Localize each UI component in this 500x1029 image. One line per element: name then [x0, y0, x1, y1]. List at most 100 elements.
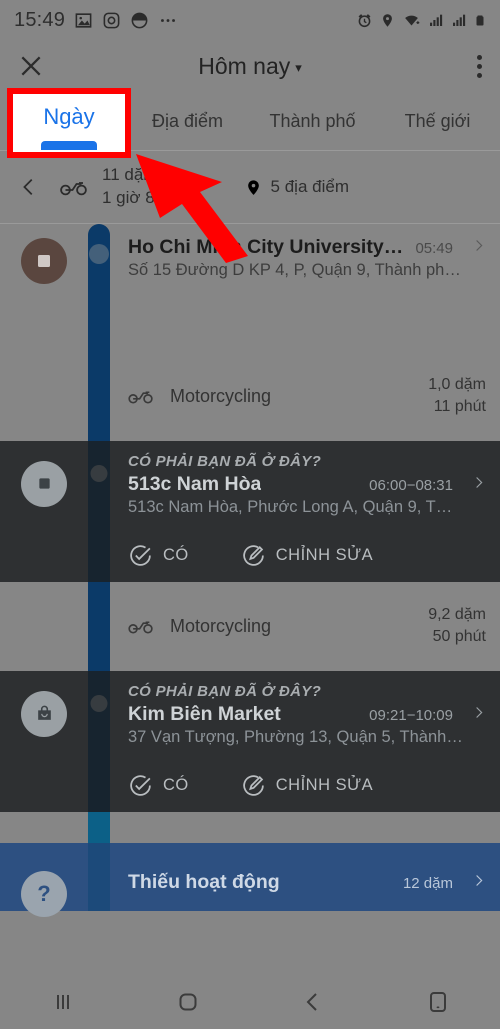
place-address: 513c Nam Hòa, Phước Long A, Quận 9, T… — [128, 497, 453, 516]
device-button[interactable] — [375, 990, 500, 1014]
place-badge — [21, 460, 67, 507]
back-icon — [306, 993, 317, 1011]
close-icon[interactable] — [18, 53, 44, 79]
place-badge: ? — [21, 870, 67, 917]
chevron-right-icon[interactable] — [471, 873, 486, 888]
place-time: 05:49 — [415, 240, 453, 257]
timeline-confirm-item[interactable]: CÓ PHẢI BẠN ĐÃ Ở ĐÂY? 513c Nam Hòa 06:00… — [0, 440, 500, 582]
tab-label: Địa điểm — [151, 110, 224, 131]
travel-content: Motorcycling 9,2 dặm 50 phút — [110, 582, 500, 671]
overflow-menu-button[interactable] — [477, 54, 482, 78]
travel-mode: Motorcycling — [170, 615, 272, 636]
location-icon — [383, 13, 392, 27]
recents-icon — [56, 995, 69, 1009]
annotation-tab-label: Ngày — [43, 104, 95, 129]
timeline-missing-item[interactable]: ? Thiếu hoạt động 12 dặm — [0, 842, 500, 917]
chevron-right-icon[interactable] — [471, 705, 486, 720]
travel-stats: 9,2 dặm 50 phút — [428, 604, 486, 649]
timeline-travel-item[interactable]: Motorcycling 9,2 dặm 50 phút — [0, 581, 500, 671]
timeline-confirm-item[interactable]: CÓ PHẢI BẠN ĐÃ Ở ĐÂY? Kim Biên Market 09… — [0, 670, 500, 812]
place-title-row: 513c Nam Hòa 06:00−08:31 — [128, 473, 486, 496]
timeline-rail — [88, 670, 110, 812]
place-title: 513c Nam Hòa — [128, 472, 262, 495]
annotation-highlight-box: Ngày — [7, 88, 131, 158]
timeline-gap — [0, 811, 500, 843]
tab-thanh-pho[interactable]: Thành phố — [250, 92, 375, 150]
travel-distance: 1,0 dặm — [428, 376, 486, 393]
more-icon — [161, 18, 176, 22]
confirm-yes-button[interactable]: CÓ — [128, 543, 189, 568]
tab-label: Thế giới — [404, 110, 471, 131]
kebab-dot — [477, 72, 482, 78]
alarm-icon — [358, 13, 371, 27]
status-bar-clock: 15:49 — [14, 8, 66, 31]
edit-button[interactable]: CHỈNH SỬA — [241, 773, 373, 798]
place-time: 06:00−08:31 — [369, 476, 453, 494]
previous-day-button[interactable] — [18, 176, 60, 198]
wifi-icon — [405, 15, 420, 25]
confirm-question: CÓ PHẢI BẠN ĐÃ Ở ĐÂY? — [128, 682, 322, 700]
chevron-right-icon[interactable] — [471, 238, 486, 253]
timeline-item-content: Thiếu hoạt động 12 dặm — [110, 843, 500, 911]
place-time: 09:21−10:09 — [369, 706, 453, 724]
place-badge — [21, 690, 67, 737]
confirm-actions: CÓ CHỈNH SỬA — [128, 773, 486, 798]
edit-label: CHỈNH SỬA — [275, 775, 374, 794]
rail-bar — [88, 842, 110, 911]
timeline-rail — [88, 440, 110, 582]
place-title: Thiếu hoạt động — [128, 870, 280, 893]
timeline-rail — [88, 811, 110, 843]
confirm-actions: CÓ CHỈNH SỬA — [128, 543, 486, 568]
signal-icon — [430, 14, 443, 26]
app-bar: Hôm nay ▾ — [0, 40, 500, 92]
annotation-arrow — [136, 154, 248, 263]
dark-mode-icon — [131, 12, 148, 28]
place-title: Kim Biên Market — [128, 702, 281, 725]
timeline-rail — [88, 581, 110, 671]
rail-dot — [90, 464, 108, 482]
home-icon — [179, 993, 196, 1011]
question-icon: ? — [37, 880, 51, 906]
confirm-yes-button[interactable]: CÓ — [128, 773, 189, 798]
edit-button[interactable]: CHỈNH SỬA — [241, 543, 373, 568]
home-button[interactable] — [125, 990, 250, 1014]
place-time: 12 dặm — [402, 874, 453, 892]
phone-screen: 15:49 Hôm nay ▾ Địa điểm Thành phố Thế g… — [0, 0, 500, 1029]
annotation-tab-underline — [41, 141, 97, 150]
timeline-travel-item[interactable]: Motorcycling 1,0 dặm 11 phút — [0, 352, 500, 441]
recents-button[interactable] — [0, 990, 125, 1014]
motorcycle-icon — [60, 182, 87, 196]
timeline-rail — [88, 352, 110, 441]
battery-icon — [476, 15, 484, 25]
place-address: Số 15 Đường D KP 4, P, Quận 9, Thành ph… — [128, 261, 461, 279]
edit-circle-icon — [242, 774, 264, 796]
status-bar-left: 15:49 — [14, 9, 178, 32]
timeline-badge-gutter — [0, 582, 88, 671]
chevron-down-icon: ▾ — [295, 59, 302, 75]
instagram-icon — [103, 12, 120, 28]
signal-icon — [453, 14, 466, 26]
kebab-dot — [477, 54, 482, 60]
check-circle-icon — [130, 774, 151, 796]
app-bar-title-group[interactable]: Hôm nay ▾ — [0, 53, 500, 80]
timeline-list: Ho Chi Minh City University… 05:49 Số 15… — [0, 224, 500, 917]
status-bar: 15:49 — [0, 0, 500, 40]
travel-content: Motorcycling 1,0 dặm 11 phút — [110, 352, 500, 441]
chevron-left-icon — [23, 179, 33, 195]
device-icon — [429, 992, 446, 1012]
confirm-question: CÓ PHẢI BẠN ĐÃ Ở ĐÂY? — [128, 452, 322, 470]
place-address: 37 Vạn Tượng, Phường 13, Quận 5, Thành… — [128, 727, 463, 746]
chevron-right-icon[interactable] — [471, 475, 486, 490]
travel-mode: Motorcycling — [170, 385, 272, 406]
back-button[interactable] — [250, 990, 375, 1014]
timeline-badge-gutter — [0, 224, 88, 352]
timeline-item-content: CÓ PHẢI BẠN ĐÃ Ở ĐÂY? Kim Biên Market 09… — [110, 671, 500, 812]
tab-dia-diem[interactable]: Địa điểm — [125, 92, 250, 150]
travel-duration: 50 phút — [432, 628, 486, 646]
timeline-badge-gutter — [0, 812, 88, 843]
tab-the-gioi[interactable]: Thế giới — [375, 92, 500, 150]
status-bar-right — [356, 12, 486, 29]
timeline-rail — [88, 224, 110, 352]
timeline-badge-gutter — [0, 441, 88, 582]
stop-icon — [38, 478, 50, 489]
